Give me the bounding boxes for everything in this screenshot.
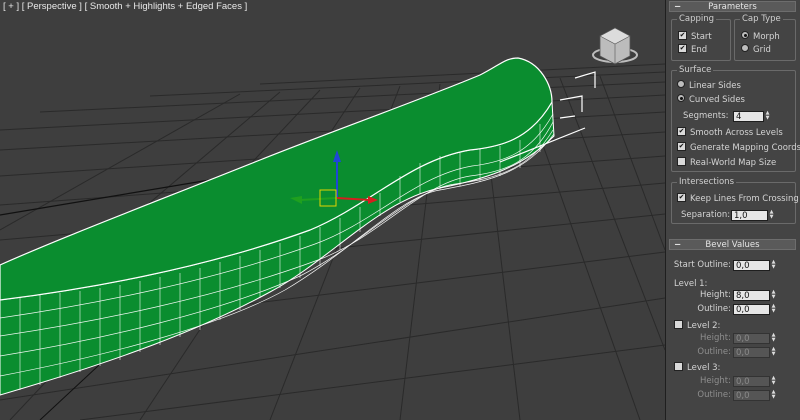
curved-sides-label: Curved Sides <box>689 95 745 105</box>
spinner-arrows-icon[interactable]: ▲ ▼ <box>770 304 777 315</box>
collapse-minus-icon: − <box>674 240 682 250</box>
start-label: Start <box>691 32 712 42</box>
level3-outline-input[interactable] <box>733 390 770 401</box>
level2-outline-input[interactable] <box>733 347 770 358</box>
keep-lines-label: Keep Lines From Crossing <box>690 194 799 204</box>
parameters-rollout-header[interactable]: − Parameters <box>669 1 796 12</box>
level3-checkbox[interactable] <box>674 362 683 371</box>
level2-height-spinner[interactable]: ▲▼ <box>733 333 777 344</box>
level3-height-spinner[interactable]: ▲▼ <box>733 376 777 387</box>
intersections-title: Intersections <box>677 177 736 188</box>
level1-outline-input[interactable] <box>733 304 770 315</box>
start-outline-spinner[interactable]: ▲▼ <box>733 260 777 271</box>
level2-height-input[interactable] <box>733 333 770 344</box>
start-checkbox-row[interactable]: Start <box>678 31 712 43</box>
segments-spinner[interactable]: ▲▼ <box>733 111 771 122</box>
capping-title: Capping <box>677 14 717 25</box>
morph-radio-row[interactable]: Morph <box>741 31 780 43</box>
generate-mapping-checkbox[interactable] <box>677 142 686 151</box>
linear-sides-label: Linear Sides <box>689 81 741 91</box>
level2-height-label: Height: <box>700 333 731 343</box>
level1-height-input[interactable] <box>733 290 770 301</box>
viewport-label[interactable]: [ + ] [ Perspective ] [ Smooth + Highlig… <box>3 1 247 12</box>
spinner-arrows-icon[interactable]: ▲ ▼ <box>770 333 777 344</box>
smooth-across-levels-label: Smooth Across Levels <box>690 128 783 138</box>
level3-outline-spinner[interactable]: ▲▼ <box>733 390 777 401</box>
beveled-object <box>0 57 596 396</box>
level2-row[interactable]: Level 2: <box>674 320 720 332</box>
intersections-group: Intersections Keep Lines From Crossing S… <box>671 177 799 224</box>
spinner-arrows-icon[interactable]: ▲ ▼ <box>768 210 775 221</box>
spinner-arrows-icon[interactable]: ▲ ▼ <box>770 347 777 358</box>
spinner-arrows-icon[interactable]: ▲ ▼ <box>770 390 777 401</box>
collapse-minus-icon: − <box>674 2 682 12</box>
level2-checkbox[interactable] <box>674 320 683 329</box>
cap-type-title: Cap Type <box>740 14 783 25</box>
perspective-viewport[interactable]: [ + ] [ Perspective ] [ Smooth + Highlig… <box>0 0 665 420</box>
morph-radio[interactable] <box>741 31 749 39</box>
surface-group: Surface Linear Sides Curved Sides Segmen… <box>671 65 800 172</box>
capping-group: Capping Start End <box>671 14 731 61</box>
spinner-arrows-icon[interactable]: ▲ ▼ <box>770 376 777 387</box>
level3-row[interactable]: Level 3: <box>674 362 720 374</box>
spinner-arrows-icon[interactable]: ▲ ▼ <box>764 111 771 122</box>
real-world-map-size-row[interactable]: Real-World Map Size <box>677 157 776 169</box>
level1-outline-label: Outline: <box>697 304 731 314</box>
end-checkbox[interactable] <box>678 44 687 53</box>
start-outline-label: Start Outline: <box>673 260 731 270</box>
spinner-arrows-icon[interactable]: ▲ ▼ <box>770 290 777 301</box>
linear-sides-row[interactable]: Linear Sides <box>677 80 741 92</box>
real-world-map-size-label: Real-World Map Size <box>690 158 777 168</box>
grid-radio[interactable] <box>741 44 749 52</box>
level3-height-input[interactable] <box>733 376 770 387</box>
start-outline-input[interactable] <box>733 260 770 271</box>
viewport-scene[interactable] <box>0 0 665 420</box>
level1-label: Level 1: <box>674 279 708 289</box>
level3-outline-label: Outline: <box>697 390 731 400</box>
generate-mapping-label: Generate Mapping Coords. <box>690 143 800 153</box>
separation-input[interactable] <box>731 210 768 221</box>
bevel-values-title: Bevel Values <box>705 240 760 250</box>
viewcube-icon[interactable] <box>592 27 638 65</box>
smooth-across-levels-checkbox[interactable] <box>677 127 686 136</box>
bevel-values-rollout-header[interactable]: − Bevel Values <box>669 239 796 250</box>
linear-sides-radio[interactable] <box>677 80 685 88</box>
morph-label: Morph <box>753 32 780 42</box>
level1-height-spinner[interactable]: ▲▼ <box>733 290 777 301</box>
start-checkbox[interactable] <box>678 31 687 40</box>
keep-lines-row[interactable]: Keep Lines From Crossing <box>677 193 799 205</box>
generate-mapping-row[interactable]: Generate Mapping Coords. <box>677 142 800 154</box>
level1-height-label: Height: <box>700 290 731 300</box>
surface-title: Surface <box>677 65 714 76</box>
grid-radio-row[interactable]: Grid <box>741 44 771 56</box>
curved-sides-radio[interactable] <box>677 94 685 102</box>
separation-spinner[interactable]: ▲▼ <box>731 210 775 221</box>
level3-height-label: Height: <box>700 376 731 386</box>
cap-type-group: Cap Type Morph Grid <box>734 14 796 61</box>
level3-label: Level 3: <box>687 363 721 373</box>
real-world-map-size-checkbox[interactable] <box>677 157 686 166</box>
end-label: End <box>691 45 708 55</box>
end-checkbox-row[interactable]: End <box>678 44 707 56</box>
segments-label: Segments: <box>683 111 729 121</box>
spinner-arrows-icon[interactable]: ▲ ▼ <box>770 260 777 271</box>
separation-label: Separation: <box>681 210 731 220</box>
command-panel: − Parameters Capping Start End Cap Type … <box>665 0 800 420</box>
level2-outline-label: Outline: <box>697 347 731 357</box>
level2-outline-spinner[interactable]: ▲▼ <box>733 347 777 358</box>
level1-outline-spinner[interactable]: ▲▼ <box>733 304 777 315</box>
smooth-across-levels-row[interactable]: Smooth Across Levels <box>677 127 783 139</box>
keep-lines-checkbox[interactable] <box>677 193 686 202</box>
grid-label: Grid <box>753 45 771 55</box>
level2-label: Level 2: <box>687 321 721 331</box>
segments-input[interactable] <box>733 111 764 122</box>
curved-sides-row[interactable]: Curved Sides <box>677 94 745 106</box>
parameters-title: Parameters <box>708 2 757 12</box>
